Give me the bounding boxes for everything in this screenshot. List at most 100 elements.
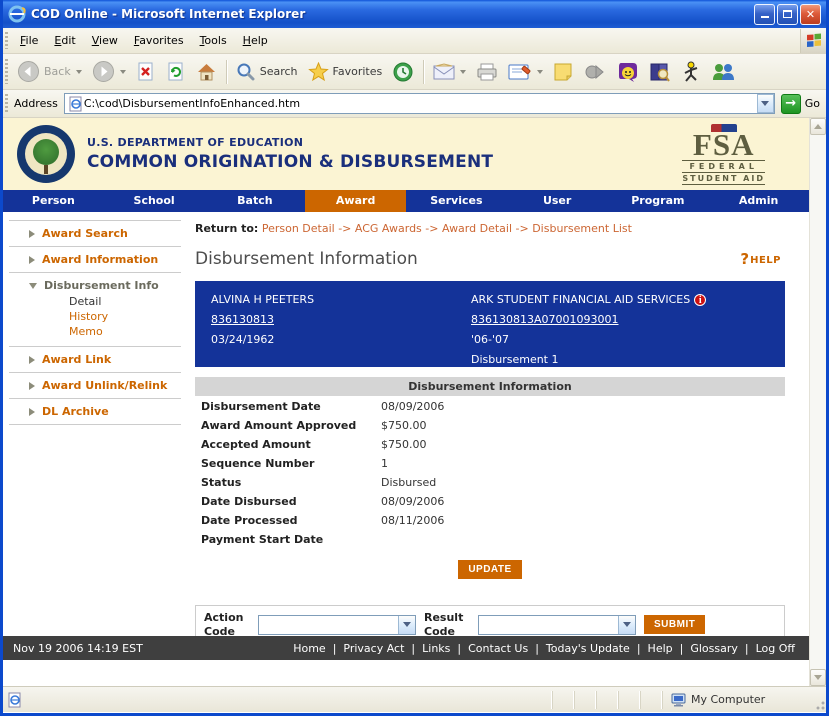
footer-link-glossary[interactable]: Glossary (690, 642, 738, 655)
breadcrumb-acg-awards[interactable]: ACG Awards (355, 222, 422, 235)
breadcrumb-award-detail[interactable]: Award Detail (442, 222, 512, 235)
resize-grip[interactable] (812, 692, 826, 712)
search-button[interactable]: Search (231, 59, 303, 85)
breadcrumb-disbursement-list[interactable]: Disbursement List (532, 222, 632, 235)
student-ssn-link[interactable]: 836130813 (211, 313, 471, 326)
nav-tab-user[interactable]: User (507, 190, 608, 212)
update-button[interactable]: UPDATE (458, 560, 521, 579)
sidebar-item-award-search[interactable]: Award Search (9, 227, 181, 240)
address-dropdown-button[interactable] (757, 94, 774, 113)
nav-tab-batch[interactable]: Batch (205, 190, 306, 212)
footer-link-log-off[interactable]: Log Off (756, 642, 795, 655)
dept-education-seal-logo (17, 125, 75, 183)
maximize-button[interactable] (777, 4, 798, 25)
footer-link-todays-update[interactable]: Today's Update (546, 642, 630, 655)
school-name: ARK STUDENT FINANCIAL AID SERVICES (471, 293, 690, 306)
sidebar-subitem-memo[interactable]: Memo (69, 325, 181, 338)
favorites-button[interactable]: Favorites (303, 59, 388, 85)
award-id-link[interactable]: 836130813A07001093001 (471, 313, 706, 326)
submit-button[interactable]: SUBMIT (644, 615, 705, 634)
footer-link-home[interactable]: Home (293, 642, 325, 655)
menu-help[interactable]: Help (235, 31, 276, 50)
back-button[interactable]: Back (12, 57, 87, 86)
result-code-select[interactable] (478, 615, 636, 635)
menu-grip[interactable] (5, 32, 8, 50)
triangle-down-icon (29, 283, 37, 289)
notes-button[interactable] (548, 59, 578, 85)
forward-dropdown-icon[interactable] (120, 70, 126, 74)
edit-dropdown-icon[interactable] (537, 70, 543, 74)
menu-tools[interactable]: Tools (192, 31, 235, 50)
footer-link-links[interactable]: Links (422, 642, 450, 655)
row-value: $750.00 (381, 438, 427, 453)
footer-link-help[interactable]: Help (648, 642, 673, 655)
aim-icon (681, 61, 701, 83)
edit-icon (508, 63, 532, 81)
nav-tab-person[interactable]: Person (3, 190, 104, 212)
back-dropdown-icon[interactable] (76, 70, 82, 74)
row-label: Disbursement Date (201, 400, 381, 415)
notes-icon (553, 62, 573, 82)
info-icon[interactable]: i (694, 294, 706, 306)
breadcrumb-person-detail[interactable]: Person Detail (262, 222, 335, 235)
triangle-right-icon (29, 382, 35, 390)
msn-messenger-button[interactable] (706, 59, 740, 85)
main-content: Return to: Person Detail -> ACG Awards -… (195, 218, 785, 645)
close-button[interactable]: ✕ (800, 4, 821, 25)
scroll-track[interactable] (810, 135, 826, 669)
row-value: $750.00 (381, 419, 427, 434)
vertical-scrollbar[interactable] (809, 118, 826, 686)
sidebar-item-disbursement-info[interactable]: Disbursement Info (9, 279, 181, 292)
sidebar-item-award-unlink-relink[interactable]: Award Unlink/Relink (9, 379, 181, 392)
nav-tab-award[interactable]: Award (305, 190, 406, 212)
menu-view[interactable]: View (84, 31, 126, 50)
yahoo-messenger-button[interactable] (612, 58, 644, 86)
menu-file[interactable]: File (12, 31, 46, 50)
nav-tab-program[interactable]: Program (608, 190, 709, 212)
menu-favorites[interactable]: Favorites (126, 31, 192, 50)
scroll-up-button[interactable] (810, 118, 826, 135)
print-button[interactable] (471, 59, 503, 85)
back-label: Back (44, 65, 71, 78)
sidebar-item-award-information[interactable]: Award Information (9, 253, 181, 266)
disbursement-number: Disbursement 1 (471, 353, 706, 366)
help-button[interactable]: ? HELP (740, 253, 781, 266)
minimize-button[interactable] (754, 4, 775, 25)
home-button[interactable] (191, 59, 222, 85)
footer-link-privacy-act[interactable]: Privacy Act (343, 642, 404, 655)
sidebar-subitem-history[interactable]: History (69, 310, 181, 323)
mail-button[interactable] (428, 60, 471, 84)
address-input-wrapper (64, 93, 775, 114)
table-row: Date Disbursed 08/09/2006 (195, 491, 785, 510)
sidebar-item-dl-archive[interactable]: DL Archive (9, 405, 181, 418)
nav-tab-school[interactable]: School (104, 190, 205, 212)
sidebar-subitem-detail[interactable]: Detail (69, 295, 181, 308)
stop-button[interactable] (131, 59, 161, 85)
scroll-down-button[interactable] (810, 669, 826, 686)
address-input[interactable] (84, 95, 757, 112)
table-header: Disbursement Information (195, 377, 785, 396)
go-button[interactable]: → Go (775, 94, 826, 114)
nav-tab-admin[interactable]: Admin (708, 190, 809, 212)
refresh-button[interactable] (161, 59, 191, 85)
dept-line: U.S. DEPARTMENT OF EDUCATION (87, 136, 493, 149)
search-label: Search (260, 65, 298, 78)
footer-link-contact-us[interactable]: Contact Us (468, 642, 528, 655)
page-title: Disbursement Information (195, 249, 418, 269)
address-grip[interactable] (5, 94, 8, 113)
action-code-select[interactable] (258, 615, 416, 635)
edit-button[interactable] (503, 60, 548, 84)
home-icon (196, 62, 217, 82)
aim-button[interactable] (676, 58, 706, 86)
messenger-arrow-button[interactable] (578, 59, 612, 85)
history-button[interactable] (387, 58, 419, 86)
forward-button[interactable] (87, 57, 131, 86)
mail-dropdown-icon[interactable] (460, 70, 466, 74)
menu-edit[interactable]: Edit (46, 31, 83, 50)
title-bar[interactable]: COD Online - Microsoft Internet Explorer… (3, 0, 826, 28)
toolbar-grip[interactable] (5, 59, 8, 84)
sidebar-item-award-link[interactable]: Award Link (9, 353, 181, 366)
nav-tab-services[interactable]: Services (406, 190, 507, 212)
row-value: 1 (381, 457, 388, 472)
research-button[interactable] (644, 58, 676, 86)
